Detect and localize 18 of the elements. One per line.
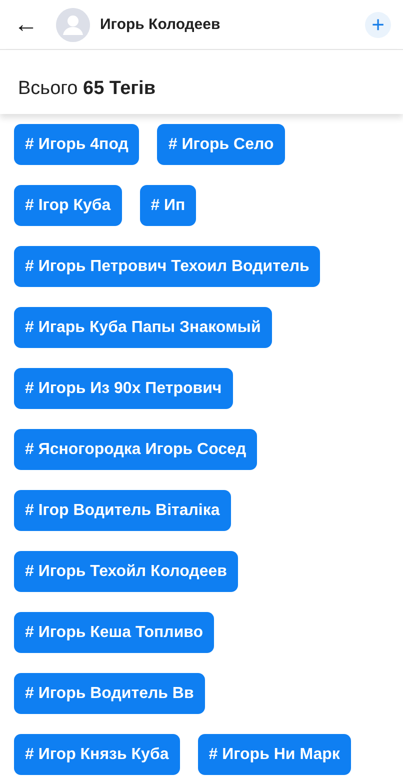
total-count: Всього 65 Тегів [18,78,156,100]
tag-chip[interactable]: # Игорь Ни Марк [198,734,351,775]
tag-chip[interactable]: # Ігор Куба [14,185,122,226]
tag-chip[interactable]: # Игор Князь Куба [14,734,180,775]
tag-chip[interactable]: # Игорь Водитель Вв [14,673,205,714]
tag-chip[interactable]: # Игорь Село [157,124,285,165]
tag-chip[interactable]: # Игорь Техойл Колодеев [14,551,238,592]
tag-chip[interactable]: # Игорь Из 90х Петрович [14,368,233,409]
tag-chip[interactable]: # Ясногородка Игорь Сосед [14,429,258,470]
contact-name: Игорь Колодеев [100,16,222,33]
add-button[interactable]: + [365,12,391,38]
tag-chip[interactable]: # Ігор Водитель Віталіка [14,490,231,531]
back-icon[interactable]: ← [14,12,40,36]
tag-chip[interactable]: # Игарь Куба Папы Знакомый [14,307,272,348]
tag-chip[interactable]: # Игорь Петрович Техоил Водитель [14,246,320,287]
tag-chip[interactable]: # Ип [140,185,196,226]
tag-chip[interactable]: # Игорь Кеша Топливо [14,612,214,653]
tag-chip[interactable]: # Игорь 4под [14,124,140,165]
